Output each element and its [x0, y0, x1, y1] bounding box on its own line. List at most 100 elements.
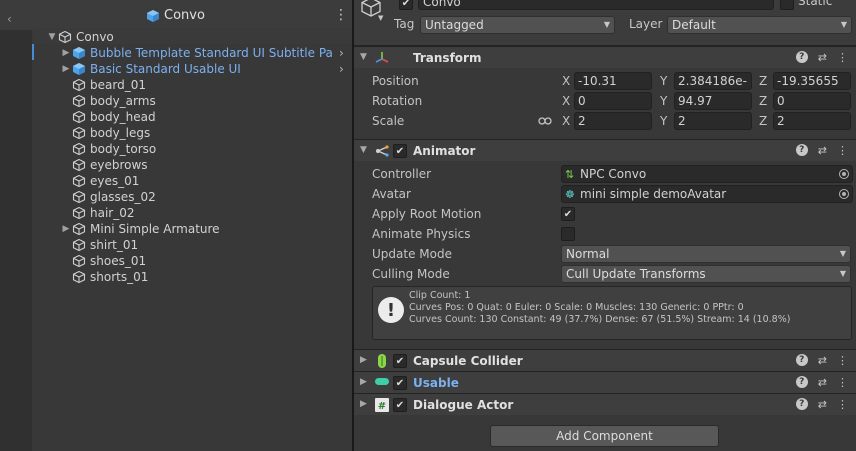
- constrain-proportions-link-icon[interactable]: [538, 116, 552, 126]
- capsule-collider-header-icons: ? ⇄ ⋮: [795, 354, 848, 367]
- static-checkbox[interactable]: [780, 0, 794, 10]
- tree-item[interactable]: shirt_01: [60, 237, 138, 253]
- icon-dropdown-arrow-icon[interactable]: ▼: [378, 14, 383, 22]
- scale-z-axis: Z: [759, 114, 768, 128]
- foldout-arrow-icon[interactable]: ▼: [360, 145, 367, 155]
- capsule-collider-header[interactable]: ▶ ✔ Capsule Collider ? ⇄ ⋮: [354, 349, 856, 371]
- position-z-field[interactable]: -19.35655: [773, 72, 851, 90]
- gameobject-cube-icon: [72, 174, 86, 188]
- apply-root-motion-checkbox[interactable]: ✔: [561, 207, 575, 221]
- gameobject-active-checkbox[interactable]: ✔: [399, 0, 413, 10]
- scale-label: Scale: [372, 114, 405, 128]
- kebab-menu-icon[interactable]: ⋮: [334, 7, 348, 23]
- foldout-collapsed-icon[interactable]: ▶: [60, 224, 72, 234]
- component-menu-icon[interactable]: ⋮: [837, 354, 848, 367]
- avatar-field[interactable]: ☸ mini simple demoAvatar: [561, 185, 853, 203]
- tree-item[interactable]: hair_02: [60, 205, 135, 221]
- rotation-z-field[interactable]: 0: [773, 92, 851, 110]
- object-picker-icon[interactable]: [839, 169, 849, 179]
- add-component-button[interactable]: Add Component: [490, 425, 719, 447]
- foldout-arrow-icon[interactable]: ▶: [360, 377, 367, 387]
- hierarchy-panel: Convo ⋮ ‹ ▼ Convo ▶ Bubble Template Standar…: [0, 0, 352, 451]
- help-icon[interactable]: ?: [795, 51, 808, 63]
- component-menu-icon[interactable]: ⋮: [837, 398, 848, 411]
- capsule-collider-enabled-checkbox[interactable]: ✔: [393, 354, 407, 368]
- tree-item-label: glasses_02: [90, 190, 156, 204]
- rotation-x-axis: X: [562, 94, 571, 108]
- foldout-expanded-icon[interactable]: ▼: [46, 32, 58, 42]
- foldout-collapsed-icon[interactable]: ▶: [60, 64, 72, 74]
- tree-item[interactable]: glasses_02: [60, 189, 156, 205]
- rotation-y-field[interactable]: 94.97: [674, 92, 752, 110]
- animator-title: Animator: [413, 144, 476, 158]
- presets-icon[interactable]: ⇄: [818, 144, 827, 157]
- update-mode-value: Normal: [566, 247, 610, 261]
- hierarchy-root-row[interactable]: ▼ Convo: [46, 29, 114, 45]
- open-prefab-arrow-icon[interactable]: ›: [339, 45, 344, 61]
- scale-z-field[interactable]: 2: [773, 112, 851, 130]
- scale-x-field[interactable]: 2: [574, 112, 652, 130]
- update-mode-label: Update Mode: [372, 247, 452, 261]
- tree-item-label: Mini Simple Armature: [90, 222, 220, 236]
- dialogue-actor-enabled-checkbox[interactable]: ✔: [393, 398, 407, 412]
- foldout-arrow-icon[interactable]: ▶: [360, 355, 367, 365]
- help-icon[interactable]: ?: [795, 376, 808, 388]
- animator-header[interactable]: ▼ ✔ Animator ? ⇄ ⋮: [354, 139, 856, 161]
- object-picker-icon[interactable]: [839, 189, 849, 199]
- animate-physics-checkbox[interactable]: [561, 227, 575, 241]
- help-icon[interactable]: ?: [795, 398, 808, 410]
- tree-item[interactable]: beard_01: [60, 77, 146, 93]
- position-x-field[interactable]: -10.31: [574, 72, 652, 90]
- gameobject-cube-icon: [72, 142, 86, 156]
- controller-field[interactable]: ⇅ NPC Convo: [561, 165, 853, 183]
- scene-title[interactable]: Convo: [146, 8, 205, 23]
- dialogue-actor-header[interactable]: ▶ # ✔ Dialogue Actor ? ⇄ ⋮: [354, 393, 856, 415]
- presets-icon[interactable]: ⇄: [818, 398, 827, 411]
- tree-item[interactable]: body_head: [60, 109, 156, 125]
- prefab-cube-icon: [73, 47, 85, 59]
- open-prefab-arrow-icon[interactable]: ›: [339, 61, 344, 77]
- usable-enabled-checkbox[interactable]: ✔: [393, 376, 407, 390]
- transform-header[interactable]: ▼ Transform ? ⇄ ⋮: [354, 46, 856, 68]
- tree-item[interactable]: ▶ Basic Standard Usable UI: [60, 61, 241, 77]
- help-icon[interactable]: ?: [795, 144, 808, 156]
- tree-item[interactable]: shoes_01: [60, 253, 146, 269]
- foldout-arrow-icon[interactable]: ▼: [360, 52, 367, 62]
- avatar-figure-icon: ☸: [565, 188, 575, 201]
- tree-item[interactable]: ▶ Bubble Template Standard UI Subtitle Pa…: [60, 45, 332, 61]
- layer-dropdown-value: Default: [672, 18, 716, 32]
- gameobject-name-field[interactable]: Convo: [418, 0, 774, 10]
- tree-item[interactable]: eyes_01: [60, 173, 139, 189]
- tree-item[interactable]: body_torso: [60, 141, 156, 157]
- dialogue-actor-title: Dialogue Actor: [413, 398, 514, 412]
- tree-item[interactable]: eyebrows: [60, 157, 148, 173]
- tree-item[interactable]: body_arms: [60, 93, 156, 109]
- component-menu-icon[interactable]: ⋮: [837, 144, 848, 157]
- animator-enabled-checkbox[interactable]: ✔: [393, 144, 407, 158]
- component-menu-icon[interactable]: ⋮: [837, 376, 848, 389]
- tag-dropdown[interactable]: Untagged ▼: [420, 16, 615, 34]
- tree-item[interactable]: body_legs: [60, 125, 150, 141]
- gameobject-cube-icon: [58, 30, 72, 44]
- culling-mode-dropdown[interactable]: Cull Update Transforms ▼: [561, 265, 851, 283]
- foldout-collapsed-icon[interactable]: ▶: [60, 48, 72, 58]
- presets-icon[interactable]: ⇄: [818, 51, 827, 64]
- update-mode-dropdown[interactable]: Normal ▼: [561, 245, 851, 263]
- tree-item[interactable]: shorts_01: [60, 269, 148, 285]
- tree-item[interactable]: ▶ Mini Simple Armature: [60, 221, 220, 237]
- layer-dropdown[interactable]: Default ▼: [667, 16, 852, 34]
- chevron-down-icon: ▼: [839, 249, 846, 258]
- foldout-arrow-icon[interactable]: ▶: [360, 399, 367, 409]
- component-menu-icon[interactable]: ⋮: [837, 51, 848, 64]
- presets-icon[interactable]: ⇄: [818, 354, 827, 367]
- scale-y-field[interactable]: 2: [674, 112, 752, 130]
- back-chevron-icon[interactable]: ‹: [7, 12, 12, 26]
- presets-icon[interactable]: ⇄: [818, 376, 827, 389]
- tree-item-label: Convo: [76, 30, 114, 44]
- selection-bar: [32, 44, 34, 60]
- help-icon[interactable]: ?: [795, 354, 808, 366]
- usable-header[interactable]: ▶ ✔ Usable ? ⇄ ⋮: [354, 371, 856, 393]
- position-x-axis: X: [562, 74, 571, 88]
- rotation-x-field[interactable]: 0: [574, 92, 652, 110]
- position-y-field[interactable]: 2.384186e-: [674, 72, 752, 90]
